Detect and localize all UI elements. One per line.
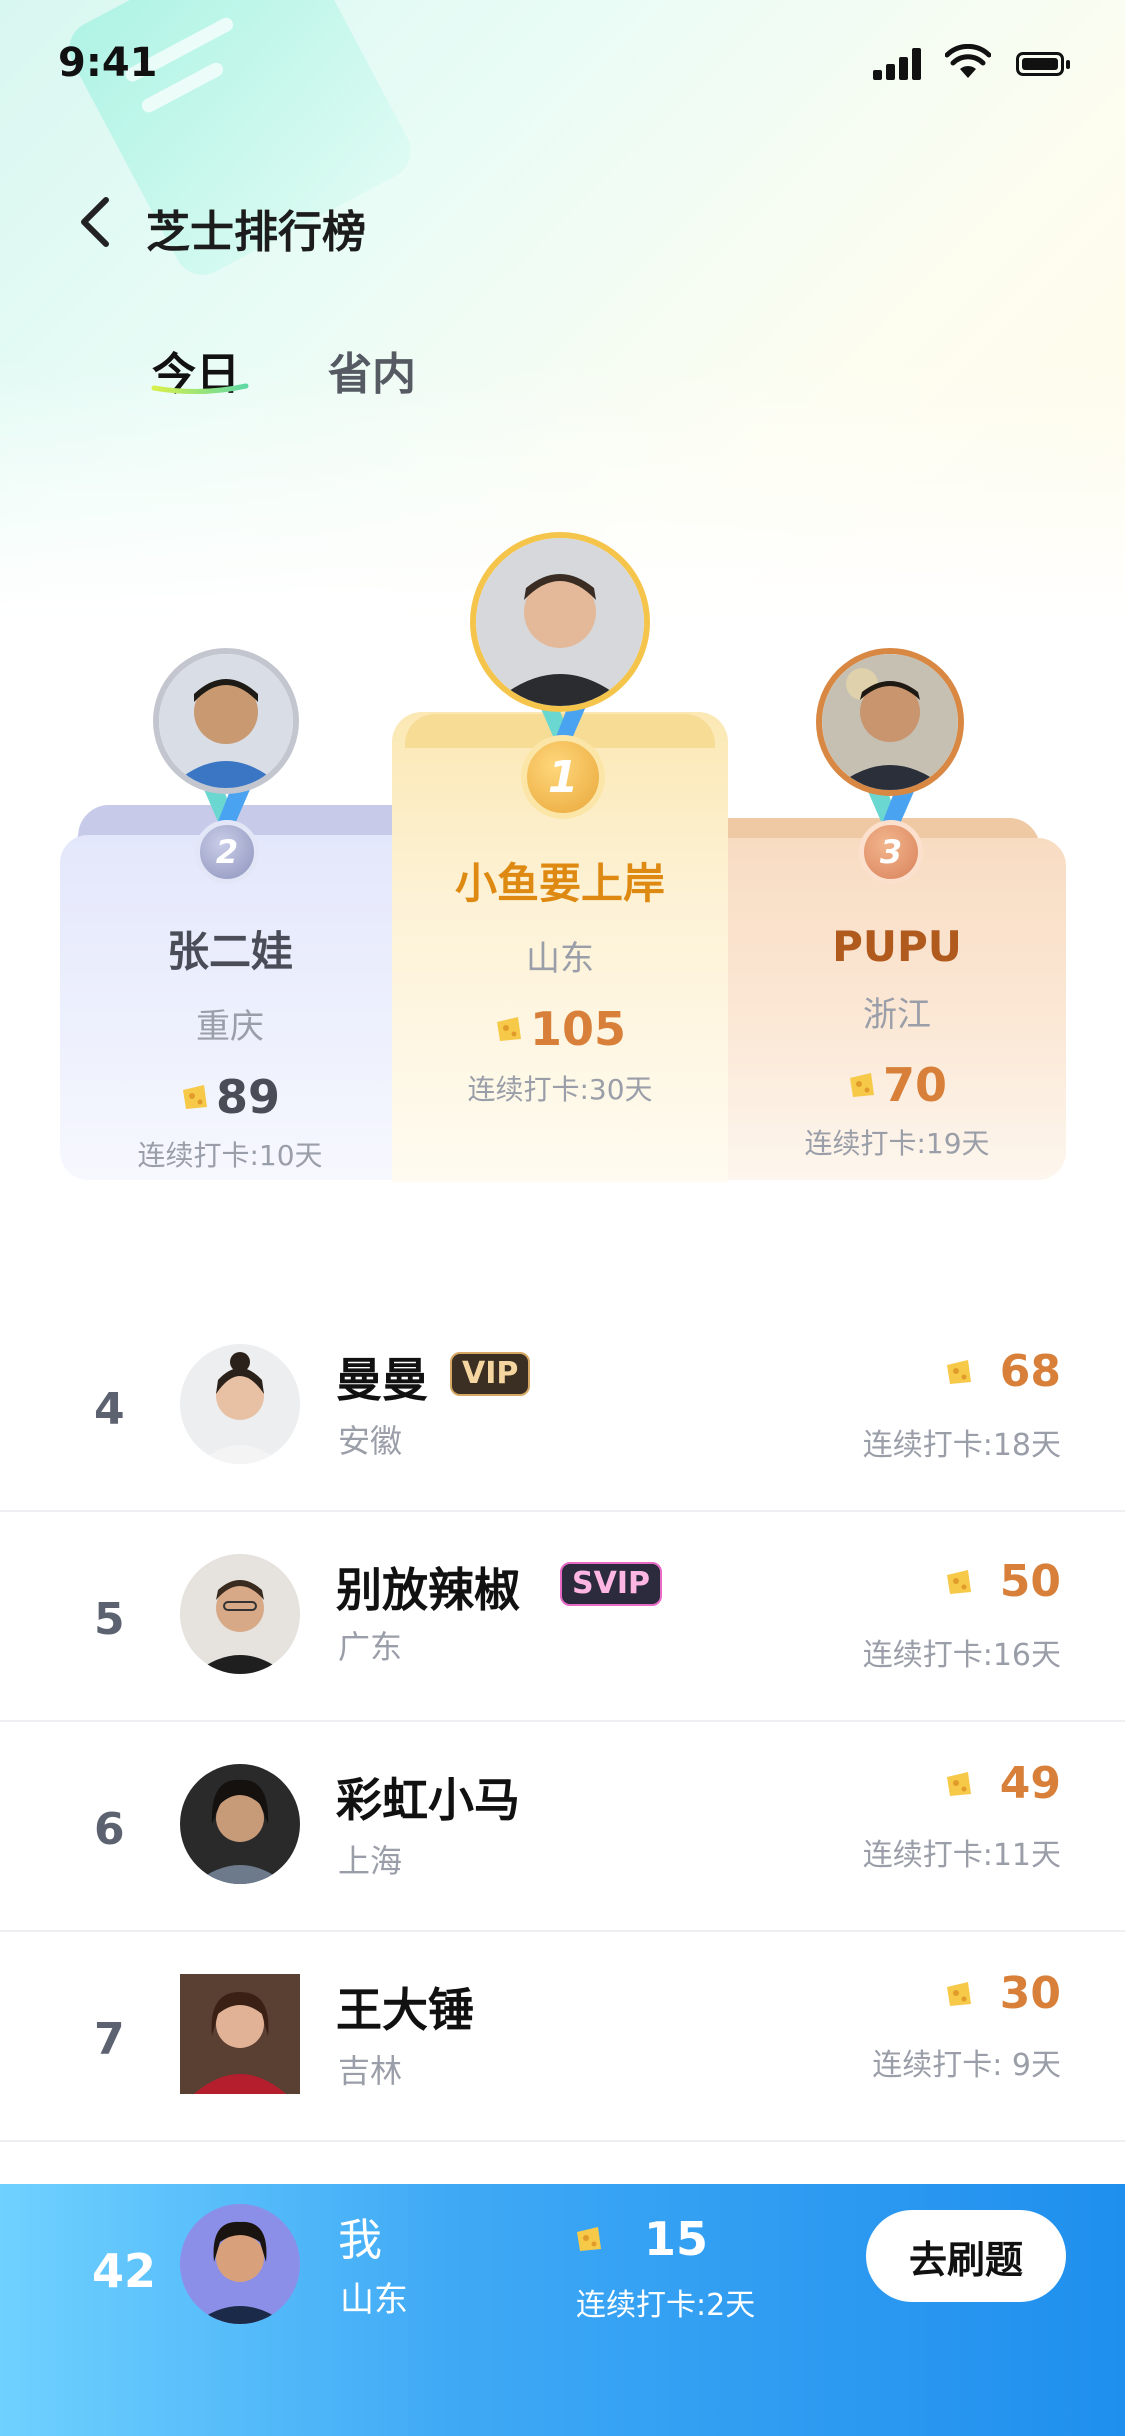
rank-number: 6 [94, 1804, 125, 1855]
user-streak: 连续打卡:11天 [862, 1838, 1061, 1873]
avatar-second[interactable] [153, 648, 299, 794]
avatar-first[interactable] [470, 532, 650, 712]
podium-third-streak: 连续打卡:19天 [804, 1127, 990, 1160]
go-practice-button[interactable]: 去刷题 [866, 2210, 1066, 2302]
list-item[interactable]: 7 王大锤 吉林 30 连续打卡: 9天 [0, 1932, 1125, 2142]
my-avatar[interactable] [180, 2204, 300, 2324]
page-title: 芝士排行榜 [146, 207, 366, 258]
medal-first-icon: 1 [521, 735, 605, 819]
avatar[interactable] [180, 1764, 300, 1884]
status-bar: 9:41 [0, 0, 1125, 130]
cheese-icon [946, 1771, 971, 1796]
user-streak: 连续打卡:18天 [862, 1428, 1061, 1463]
score-value: 68 [999, 1346, 1061, 1397]
tab-active-indicator [151, 383, 249, 395]
user-province: 吉林 [338, 2052, 403, 2090]
medal-second-icon: 2 [195, 820, 259, 884]
list-item[interactable]: 6 彩虹小马 上海 49 连续打卡:11天 [0, 1722, 1125, 1932]
user-streak: 连续打卡:16天 [862, 1638, 1061, 1673]
rank-number: 4 [94, 1384, 125, 1435]
user-streak: 连续打卡: 9天 [872, 2048, 1061, 2083]
score-value: 49 [999, 1758, 1061, 1809]
podium-first-info: 小鱼要上岸 山东 105 连续打卡:30天 [392, 850, 728, 1108]
my-rank-number: 42 [92, 2244, 157, 2298]
podium-second-info: 张二娃 重庆 89 连续打卡:10天 [60, 918, 400, 1174]
podium-third-info: PUPU 浙江 70 连续打卡:19天 [728, 922, 1066, 1162]
score-value: 15 [644, 2212, 709, 2266]
my-score: 15 [574, 2212, 708, 2266]
cheese-icon [496, 1017, 521, 1041]
score-value: 105 [529, 1002, 627, 1056]
back-arrow-icon[interactable] [76, 196, 116, 248]
avatar-third[interactable] [816, 648, 964, 796]
medal-third-icon: 3 [859, 820, 923, 884]
wifi-icon [945, 44, 991, 78]
status-time: 9:41 [58, 40, 158, 86]
podium-third-name: PUPU [832, 922, 962, 971]
vip-badge: VIP [450, 1352, 531, 1396]
podium-second-province: 重庆 [196, 1007, 264, 1047]
cheese-icon [577, 2227, 601, 2251]
rank-number: 5 [94, 1594, 125, 1645]
tab-province[interactable]: 省内 [328, 338, 416, 402]
user-province: 广东 [338, 1628, 403, 1666]
score-value: 30 [999, 1968, 1061, 2019]
user-score: 49 [944, 1758, 1061, 1809]
cheese-icon [849, 1073, 874, 1097]
list-item[interactable]: 4 曼曼 VIP 安徽 68 连续打卡:18天 [0, 1302, 1125, 1512]
podium-third-province: 浙江 [863, 995, 931, 1035]
podium-second-name: 张二娃 [166, 927, 293, 976]
user-score: 50 [944, 1556, 1061, 1607]
user-name: 别放辣椒 [336, 1563, 520, 1617]
cheese-icon [946, 1569, 971, 1594]
battery-icon [1016, 52, 1070, 76]
avatar[interactable] [180, 1344, 300, 1464]
rank-number: 7 [94, 2014, 125, 2065]
score-value: 70 [882, 1058, 947, 1112]
signal-icon [873, 48, 921, 80]
podium-first-score: 105 [392, 1002, 728, 1056]
my-streak: 连续打卡:2天 [576, 2288, 756, 2323]
my-rank-bar: 42 我 山东 15 连续打卡:2天 去刷题 [0, 2184, 1125, 2436]
user-score: 68 [944, 1346, 1061, 1397]
my-name: 我 [338, 2215, 382, 2266]
avatar[interactable] [180, 1554, 300, 1674]
svip-badge: SVIP [560, 1562, 662, 1606]
cheese-icon [946, 1359, 971, 1384]
podium-first-name: 小鱼要上岸 [454, 859, 665, 908]
score-value: 50 [999, 1556, 1061, 1607]
user-score: 30 [944, 1968, 1061, 2019]
list-item[interactable]: 5 别放辣椒 SVIP 广东 50 连续打卡:16天 [0, 1512, 1125, 1722]
my-province: 山东 [340, 2280, 408, 2320]
cheese-icon [946, 1981, 971, 2006]
podium-second-score: 89 [60, 1070, 400, 1124]
podium-second-streak: 连续打卡:10天 [137, 1139, 323, 1172]
cheese-icon [182, 1085, 207, 1109]
podium-third-score: 70 [728, 1058, 1066, 1112]
user-name: 曼曼 [336, 1353, 428, 1407]
user-province: 上海 [338, 1842, 403, 1880]
score-value: 89 [215, 1070, 280, 1124]
user-province: 安徽 [338, 1422, 403, 1460]
podium-first-streak: 连续打卡:30天 [467, 1073, 653, 1106]
user-name: 王大锤 [336, 1983, 474, 2037]
podium-first-province: 山东 [526, 939, 594, 979]
user-name: 彩虹小马 [336, 1773, 520, 1827]
avatar[interactable] [180, 1974, 300, 2094]
